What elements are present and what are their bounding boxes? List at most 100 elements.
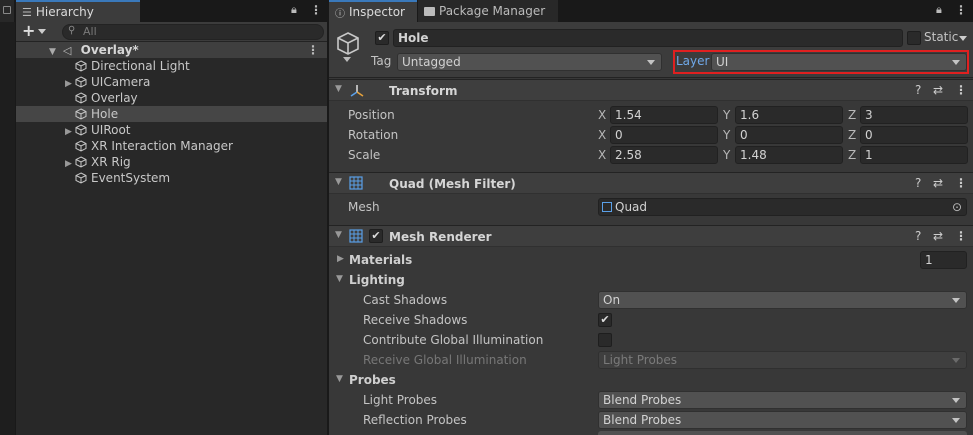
scale-y-field[interactable]: 1.48	[735, 146, 843, 164]
next-field-edge	[598, 431, 967, 435]
presets-icon[interactable]: ⇄	[933, 229, 943, 243]
object-name-field[interactable]: Hole	[393, 29, 903, 47]
lock-icon[interactable]	[3, 6, 11, 14]
light-probes-label: Light Probes	[363, 393, 438, 407]
hierarchy-item-label: UIRoot	[91, 123, 131, 137]
tab-hierarchy-label: Hierarchy	[35, 5, 94, 19]
position-y-axis-label[interactable]: Y	[723, 108, 730, 122]
transform-header[interactable]: ▼ Transform ? ⇄ ⋮	[329, 79, 973, 101]
rotation-y-field[interactable]: 0	[735, 126, 843, 144]
position-x-field[interactable]: 1.54	[610, 106, 718, 124]
scale-x-axis-label[interactable]: X	[598, 148, 606, 162]
help-icon[interactable]: ?	[915, 83, 921, 97]
static-dropdown-icon[interactable]	[959, 36, 967, 41]
materials-count-field[interactable]: 1	[920, 251, 967, 269]
contribute-gi-label: Contribute Global Illumination	[363, 333, 544, 347]
position-x-axis-label[interactable]: X	[598, 108, 606, 122]
rotation-x-field[interactable]: 0	[610, 126, 718, 144]
add-button[interactable]: +	[22, 22, 35, 40]
static-label: Static	[924, 30, 959, 44]
chevron-down-icon[interactable]: ▼	[335, 84, 342, 94]
hierarchy-item[interactable]: Overlay	[16, 90, 327, 106]
tab-hierarchy[interactable]: ☰ Hierarchy	[16, 0, 140, 22]
more-menu-icon[interactable]: ⋮	[955, 3, 967, 17]
mesh-renderer-enabled-checkbox[interactable]: ✔	[369, 229, 383, 243]
hierarchy-item[interactable]: XR Interaction Manager	[16, 138, 327, 154]
left-panel-strip	[0, 0, 15, 435]
inspector-tabbar: ⓘ Inspector Package Manager 🔒︎ ⋮	[329, 0, 973, 22]
presets-icon[interactable]: ⇄	[933, 83, 943, 97]
hierarchy-item-label: XR Interaction Manager	[91, 139, 233, 153]
probes-label[interactable]: Probes	[349, 373, 396, 387]
cast-shadows-label: Cast Shadows	[363, 293, 448, 307]
chevron-down-icon[interactable]: ▼	[49, 44, 59, 60]
chevron-down-icon[interactable]: ▼	[335, 230, 342, 240]
transform-title: Transform	[389, 84, 458, 98]
mesh-label: Mesh	[348, 200, 380, 214]
icon-dropdown-chevron[interactable]	[343, 57, 351, 62]
hierarchy-item[interactable]: ▶ XR Rig	[16, 154, 327, 170]
chevron-down-icon[interactable]: ▼	[336, 374, 343, 384]
position-z-field[interactable]: 3	[860, 106, 968, 124]
chevron-down-icon[interactable]: ▼	[336, 274, 343, 284]
scale-z-field[interactable]: 1	[860, 146, 968, 164]
cast-shadows-dropdown[interactable]: On	[598, 291, 967, 309]
static-checkbox[interactable]	[907, 31, 921, 45]
scene-menu-icon[interactable]: ⋮	[307, 42, 319, 58]
tag-label: Tag	[371, 54, 392, 68]
chevron-right-icon[interactable]: ▶	[337, 254, 344, 264]
light-probes-dropdown[interactable]: Blend Probes	[598, 391, 967, 409]
reflection-probes-dropdown[interactable]: Blend Probes	[598, 411, 967, 429]
rotation-x-axis-label[interactable]: X	[598, 128, 606, 142]
contribute-gi-checkbox[interactable]	[598, 333, 612, 347]
hierarchy-item[interactable]: EventSystem	[16, 170, 327, 186]
lock-icon[interactable]: 🔒︎	[936, 3, 942, 17]
search-input[interactable]: ⚲ All	[62, 24, 324, 40]
help-icon[interactable]: ?	[915, 229, 921, 243]
scene-name: Overlay*	[80, 43, 139, 57]
tag-dropdown[interactable]: Untagged	[397, 53, 662, 71]
materials-label[interactable]: Materials	[349, 253, 412, 267]
hierarchy-item-label: Directional Light	[91, 59, 190, 73]
mesh-filter-header[interactable]: ▼ Quad (Mesh Filter) ? ⇄ ⋮	[329, 172, 973, 194]
hierarchy-item[interactable]: Hole	[16, 106, 327, 122]
presets-icon[interactable]: ⇄	[933, 176, 943, 190]
tab-package-manager[interactable]: Package Manager	[418, 0, 558, 22]
mesh-renderer-icon	[349, 229, 363, 243]
component-menu-icon[interactable]: ⋮	[955, 229, 967, 243]
gameobject-icon	[75, 60, 87, 72]
tab-package-manager-label: Package Manager	[439, 4, 546, 18]
chevron-down-icon[interactable]	[38, 29, 46, 34]
position-y-field[interactable]: 1.6	[735, 106, 843, 124]
package-icon	[424, 6, 435, 16]
object-picker-icon[interactable]: ⊙	[952, 199, 962, 215]
hierarchy-items: Directional Light ▶ UICamera Overlay Hole ▶ UI…	[16, 58, 327, 186]
hierarchy-item[interactable]: Directional Light	[16, 58, 327, 74]
rotation-z-axis-label[interactable]: Z	[848, 128, 856, 142]
rotation-y-axis-label[interactable]: Y	[723, 128, 730, 142]
position-z-axis-label[interactable]: Z	[848, 108, 856, 122]
mesh-value: Quad	[615, 200, 648, 214]
chevron-down-icon[interactable]: ▼	[335, 177, 342, 187]
tab-inspector[interactable]: ⓘ Inspector	[329, 0, 417, 22]
scene-row[interactable]: ▼ ◁ Overlay* ⋮	[16, 42, 327, 58]
mesh-object-field[interactable]: Quad ⊙	[598, 198, 967, 216]
component-menu-icon[interactable]: ⋮	[955, 176, 967, 190]
help-icon[interactable]: ?	[915, 176, 921, 190]
hierarchy-item-label: Overlay	[91, 91, 138, 105]
lock-icon[interactable]: 🔒︎	[291, 3, 297, 17]
reflection-probes-label: Reflection Probes	[363, 413, 467, 427]
component-menu-icon[interactable]: ⋮	[955, 83, 967, 97]
hierarchy-item[interactable]: ▶ UICamera	[16, 74, 327, 90]
mesh-renderer-header[interactable]: ▼ ✔ Mesh Renderer ? ⇄ ⋮	[329, 225, 973, 247]
receive-shadows-checkbox[interactable]: ✔	[598, 313, 612, 327]
hierarchy-item[interactable]: ▶ UIRoot	[16, 122, 327, 138]
scale-z-axis-label[interactable]: Z	[848, 148, 856, 162]
lighting-label[interactable]: Lighting	[349, 273, 405, 287]
scale-y-axis-label[interactable]: Y	[723, 148, 730, 162]
position-label: Position	[348, 108, 395, 122]
active-checkbox[interactable]: ✔	[375, 31, 389, 45]
more-menu-icon[interactable]: ⋮	[310, 3, 322, 17]
rotation-z-field[interactable]: 0	[860, 126, 968, 144]
scale-x-field[interactable]: 2.58	[610, 146, 718, 164]
